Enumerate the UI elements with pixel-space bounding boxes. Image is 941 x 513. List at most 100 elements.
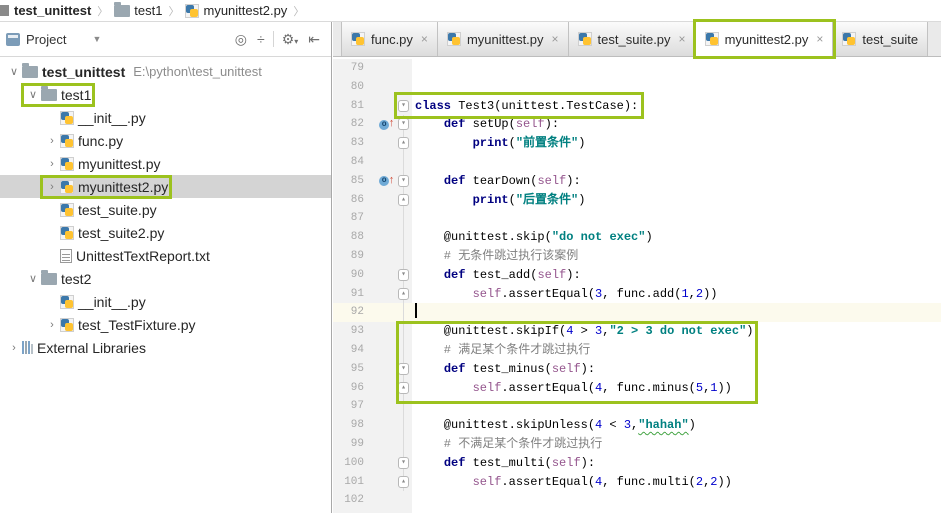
code-text[interactable]: self.assertEqual(3, func.add(1,2)) (412, 285, 941, 304)
code-text[interactable]: self.assertEqual(4, func.multi(2,2)) (412, 473, 941, 492)
fold-end-icon[interactable]: ▴ (398, 287, 409, 300)
tree-item-UnittestTextReport.txt[interactable]: UnittestTextReport.txt (0, 244, 331, 267)
tree-item-myunittest.py[interactable]: › myunittest.py (0, 152, 331, 175)
chevron-down-icon[interactable]: ▼ (92, 34, 101, 44)
tree-expand-arrow[interactable]: › (44, 319, 60, 331)
tree-expand-arrow[interactable]: ∨ (25, 272, 41, 285)
code-text[interactable]: # 满足某个条件才跳过执行 (412, 341, 941, 360)
tree-expand-arrow[interactable]: › (44, 158, 60, 170)
breadcrumb-item-myunittest2.py[interactable]: myunittest2.py (183, 3, 289, 18)
tree-expand-arrow[interactable]: › (44, 181, 60, 193)
code-line-98[interactable]: 98 @unittest.skipUnless(4 < 3,"hahah") (333, 416, 941, 435)
code-line-83[interactable]: 83 ▴ print("前置条件") (333, 134, 941, 153)
locate-icon[interactable]: ◎ (230, 32, 252, 46)
fold-collapse-icon[interactable]: ▾ (398, 456, 409, 469)
tab-test_suite.py[interactable]: test_suite.py × (568, 22, 696, 56)
tree-item-test1[interactable]: ∨ test1 (0, 82, 331, 107)
fold-end-icon[interactable]: ▴ (398, 193, 409, 206)
fold-collapse-icon[interactable]: ▾ (398, 118, 409, 131)
tree-expand-arrow[interactable]: › (44, 135, 60, 147)
tree-item-test_suite2.py[interactable]: test_suite2.py (0, 221, 331, 244)
tree-expand-arrow[interactable]: › (6, 342, 22, 354)
tab-myunittest2.py[interactable]: myunittest2.py × (692, 19, 837, 59)
tree-expand-arrow[interactable]: ∨ (25, 88, 41, 101)
tree-item-test_TestFixture.py[interactable]: › test_TestFixture.py (0, 313, 331, 336)
code-line-91[interactable]: 91 ▴ self.assertEqual(3, func.add(1,2)) (333, 284, 941, 304)
code-text[interactable]: def test_add(self): (412, 266, 941, 285)
code-text[interactable]: def setUp(self): (412, 115, 941, 134)
code-line-92[interactable]: 92 (333, 303, 941, 323)
code-line-100[interactable]: 100 ▾ def test_multi(self): (333, 453, 941, 473)
code-text[interactable] (412, 303, 941, 323)
breadcrumb-item-test1[interactable]: test1 (112, 1, 164, 18)
close-icon[interactable]: × (421, 32, 428, 46)
fold-end-icon[interactable]: ▴ (398, 381, 409, 394)
code-text[interactable]: # 无条件跳过执行该案例 (412, 247, 941, 266)
tree-item-test2[interactable]: ∨ test2 (0, 267, 331, 290)
tree-item-test_unittest[interactable]: ∨ test_unittest E:\python\test_unittest (0, 60, 331, 83)
breadcrumb-item-test_unittest[interactable]: test_unittest (12, 3, 93, 18)
tab-test_suite[interactable]: test_suite (833, 22, 929, 56)
code-line-96[interactable]: 96 ▴ self.assertEqual(4, func.minus(5,1)) (333, 378, 941, 398)
code-line-84[interactable]: 84 (333, 152, 941, 172)
code-line-97[interactable]: 97 (333, 397, 941, 417)
override-method-icon[interactable]: o ↑ (379, 172, 395, 191)
code-line-102[interactable]: 102 (333, 491, 941, 511)
code-text[interactable]: @unittest.skipUnless(4 < 3,"hahah") (412, 416, 941, 435)
close-icon[interactable]: × (816, 32, 823, 46)
code-line-87[interactable]: 87 (333, 209, 941, 229)
code-text[interactable] (412, 153, 941, 172)
tree-item-test_suite.py[interactable]: test_suite.py (0, 198, 331, 221)
code-text[interactable]: def tearDown(self): (412, 172, 941, 191)
code-text[interactable]: # 不满足某个条件才跳过执行 (412, 435, 941, 454)
code-text[interactable]: print("前置条件") (412, 134, 941, 153)
tree-expand-arrow[interactable]: ∨ (6, 65, 22, 78)
collapse-all-icon[interactable]: ÷ (252, 32, 270, 46)
code-line-99[interactable]: 99 # 不满足某个条件才跳过执行 (333, 434, 941, 454)
code-text[interactable]: print("后置条件") (412, 191, 941, 210)
fold-collapse-icon[interactable]: ▾ (398, 174, 409, 187)
code-line-101[interactable]: 101 ▴ self.assertEqual(4, func.multi(2,2)… (333, 472, 941, 492)
code-text[interactable]: @unittest.skip("do not exec") (412, 228, 941, 247)
tree-item-__init__.py[interactable]: __init__.py (0, 290, 331, 313)
fold-collapse-icon[interactable]: ▾ (398, 268, 409, 281)
override-method-icon[interactable]: o ↑ (379, 115, 395, 134)
code-text[interactable] (412, 491, 941, 510)
gear-icon[interactable]: ⚙▾ (277, 32, 304, 46)
code-line-95[interactable]: 95 ▾ def test_minus(self): (333, 359, 941, 379)
code-editor[interactable]: 79 80 81 ▾ class Test3(unittest.TestCase): 82… (333, 57, 941, 513)
tree-item-External Libraries[interactable]: › External Libraries (0, 336, 331, 359)
tree-item-func.py[interactable]: › func.py (0, 129, 331, 152)
code-line-79[interactable]: 79 (333, 59, 941, 78)
fold-end-icon[interactable]: ▴ (398, 475, 409, 488)
code-text[interactable] (412, 397, 941, 416)
fold-end-icon[interactable]: ▴ (398, 137, 409, 150)
fold-collapse-icon[interactable]: ▾ (398, 99, 409, 112)
code-line-88[interactable]: 88 @unittest.skip("do not exec") (333, 228, 941, 247)
tab-myunittest.py[interactable]: myunittest.py × (437, 22, 569, 56)
code-text[interactable] (412, 78, 941, 97)
hide-panel-icon[interactable]: ⇤ (303, 32, 325, 46)
code-text[interactable]: self.assertEqual(4, func.minus(5,1)) (412, 379, 941, 398)
tree-item-__init__.py[interactable]: __init__.py (0, 106, 331, 129)
code-line-93[interactable]: 93 @unittest.skipIf(4 > 3,"2 > 3 do not … (333, 322, 941, 341)
tab-func.py[interactable]: func.py × (341, 22, 438, 56)
code-line-81[interactable]: 81 ▾ class Test3(unittest.TestCase): (333, 96, 941, 116)
tree-item-myunittest2.py[interactable]: › myunittest2.py (0, 174, 331, 199)
code-text[interactable]: @unittest.skipIf(4 > 3,"2 > 3 do not exe… (412, 322, 941, 341)
code-text[interactable]: def test_multi(self): (412, 454, 941, 473)
close-icon[interactable]: × (552, 32, 559, 46)
code-line-82[interactable]: 82 o ↑ ▾ def setUp(self): (333, 115, 941, 135)
code-line-80[interactable]: 80 (333, 77, 941, 97)
code-text[interactable] (412, 59, 941, 78)
code-text[interactable]: def test_minus(self): (412, 360, 941, 379)
close-icon[interactable]: × (679, 32, 686, 46)
code-line-89[interactable]: 89 # 无条件跳过执行该案例 (333, 246, 941, 266)
code-line-86[interactable]: 86 ▴ print("后置条件") (333, 190, 941, 210)
fold-collapse-icon[interactable]: ▾ (398, 362, 409, 375)
code-line-90[interactable]: 90 ▾ def test_add(self): (333, 265, 941, 285)
code-text[interactable]: class Test3(unittest.TestCase): (412, 97, 941, 116)
code-line-85[interactable]: 85 o ↑ ▾ def tearDown(self): (333, 171, 941, 191)
code-line-94[interactable]: 94 # 满足某个条件才跳过执行 (333, 340, 941, 360)
code-text[interactable] (412, 209, 941, 228)
